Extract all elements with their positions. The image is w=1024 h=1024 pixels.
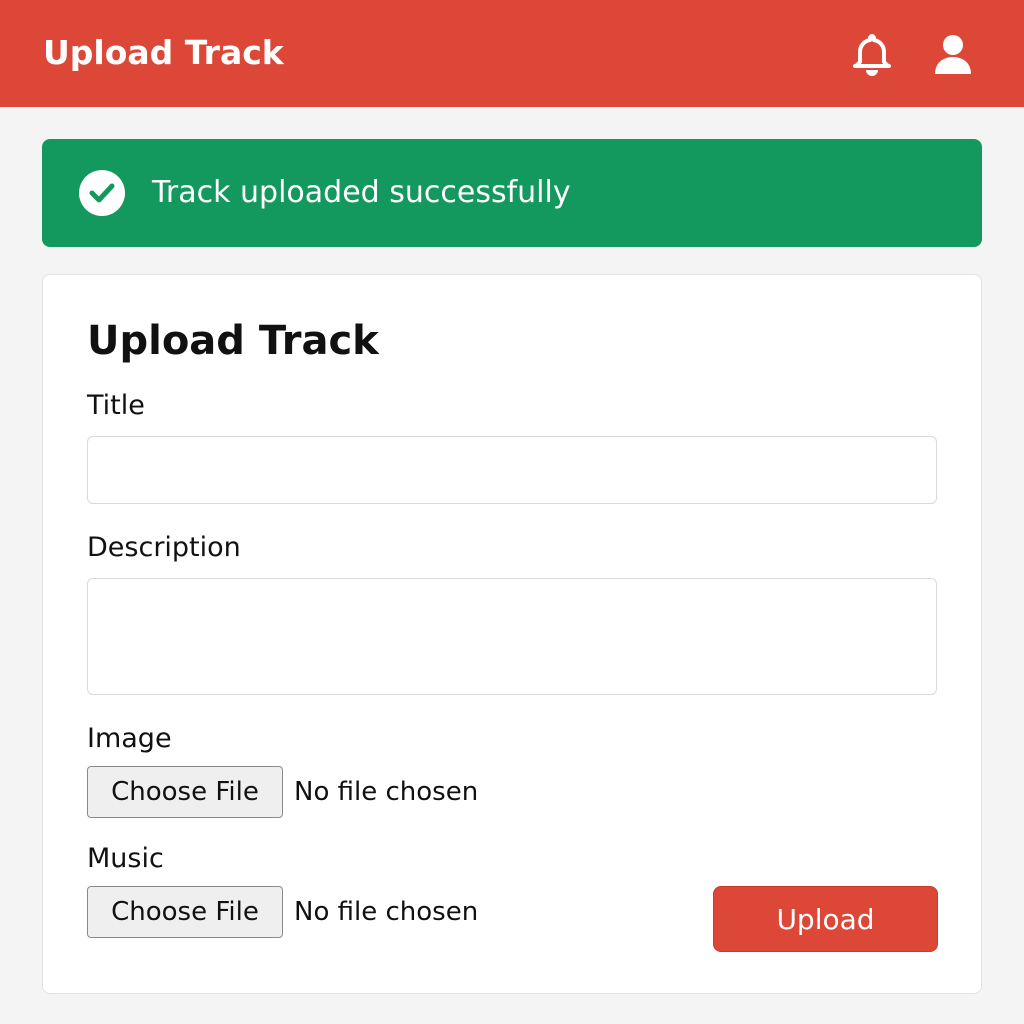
description-input[interactable] bbox=[87, 578, 937, 695]
music-file-picker: Choose File No file chosen bbox=[87, 886, 478, 938]
bell-icon[interactable] bbox=[850, 31, 894, 77]
description-label: Description bbox=[87, 532, 241, 563]
image-file-status: No file chosen bbox=[294, 777, 479, 807]
app-title: Upload Track bbox=[43, 33, 284, 72]
music-label: Music bbox=[87, 843, 164, 874]
image-file-picker: Choose File No file chosen bbox=[87, 766, 478, 818]
form-heading: Upload Track bbox=[87, 318, 379, 364]
user-icon[interactable] bbox=[931, 31, 975, 77]
music-file-status: No file chosen bbox=[294, 897, 479, 927]
music-choose-file-button[interactable]: Choose File bbox=[87, 886, 283, 938]
image-label: Image bbox=[87, 723, 172, 754]
success-alert: Track uploaded successfully bbox=[42, 139, 982, 247]
image-choose-file-button[interactable]: Choose File bbox=[87, 766, 283, 818]
check-circle-icon bbox=[78, 169, 126, 217]
title-input[interactable] bbox=[87, 436, 937, 504]
title-label: Title bbox=[87, 390, 145, 421]
upload-button[interactable]: Upload bbox=[713, 886, 938, 952]
upload-form: Upload Track Title Description Image Cho… bbox=[42, 274, 982, 994]
app-header: Upload Track bbox=[0, 0, 1024, 107]
alert-message: Track uploaded successfully bbox=[152, 175, 571, 210]
